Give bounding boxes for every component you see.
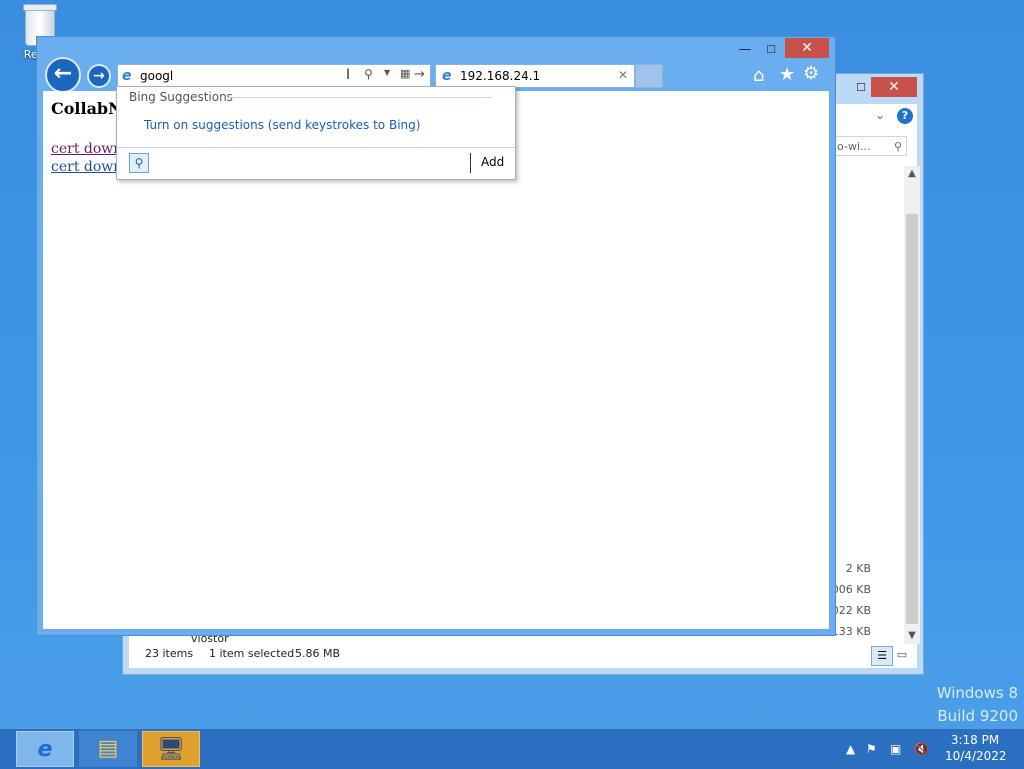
divider xyxy=(117,147,515,148)
gear-icon[interactable]: ⚙ xyxy=(803,63,819,84)
minimize-button[interactable]: — xyxy=(733,41,757,59)
clock-date: 10/4/2022 xyxy=(945,749,1007,763)
tab-favicon-icon: e xyxy=(442,68,452,84)
compatibility-view-icon[interactable]: ▦ xyxy=(400,67,410,80)
explorer-close-button[interactable]: ✕ xyxy=(871,77,917,97)
help-icon[interactable]: ? xyxy=(897,108,913,124)
search-icon: ⚲ xyxy=(893,140,902,153)
suggestions-header: Bing Suggestions xyxy=(129,90,233,104)
close-button[interactable]: ✕ xyxy=(785,38,829,58)
new-tab-button[interactable] xyxy=(635,64,663,88)
divider xyxy=(227,97,493,98)
scrollbar-thumb[interactable] xyxy=(906,214,918,624)
cert-download-link[interactable]: cert down xyxy=(51,159,122,175)
address-input[interactable]: googl xyxy=(140,69,173,83)
windows-build-watermark: Build 9200 xyxy=(937,707,1018,725)
explorer-status-bar: 23 items 1 item selected 5.86 MB xyxy=(129,642,917,666)
explorer-scrollbar[interactable]: ▲ ▼ xyxy=(904,166,920,644)
home-icon[interactable]: ⌂ xyxy=(753,65,764,86)
taskbar-clock[interactable]: 3:18 PM 10/4/2022 xyxy=(945,732,1007,764)
chevron-down-icon[interactable]: ⌄ xyxy=(875,108,885,122)
search-provider-icon[interactable]: ⚲ xyxy=(129,153,149,173)
back-arrow-icon: ← xyxy=(53,61,73,86)
forward-button[interactable]: → xyxy=(87,64,111,88)
network-icon[interactable]: ▣ xyxy=(890,729,901,769)
page-heading: CollabN xyxy=(51,99,123,118)
taskbar-internet-explorer-button[interactable]: e xyxy=(16,731,74,767)
item-count: 23 items xyxy=(145,647,194,660)
selection-size: 5.86 MB xyxy=(295,647,341,660)
divider xyxy=(470,153,471,173)
windows-version-watermark: Windows 8 xyxy=(936,684,1018,702)
volume-muted-icon[interactable]: 🔇 xyxy=(914,729,929,769)
turn-on-suggestions-link[interactable]: Turn on suggestions (send keystrokes to … xyxy=(144,118,420,132)
taskbar-file-explorer-button[interactable]: ▤ xyxy=(79,731,137,767)
internet-explorer-icon: e xyxy=(37,737,53,762)
explorer-search-input[interactable]: io-wi... ⚲ xyxy=(829,136,907,156)
cert-download-link[interactable]: cert down xyxy=(51,141,122,157)
ie-page-icon: e xyxy=(122,68,132,84)
address-suggestions-dropdown: Bing Suggestions Turn on suggestions (se… xyxy=(116,86,516,180)
search-icon[interactable]: ⚲ xyxy=(364,67,373,81)
computer-icon: 🖥 xyxy=(157,737,185,762)
browser-tab[interactable]: e 192.168.24.1 ✕ xyxy=(435,64,635,88)
show-hidden-icons-icon[interactable]: ▲ xyxy=(846,729,855,769)
large-icons-view-icon[interactable]: ▭ xyxy=(893,646,911,664)
forward-arrow-icon: → xyxy=(93,68,105,84)
add-search-provider-button[interactable]: Add xyxy=(481,155,504,169)
scroll-up-arrow-icon[interactable]: ▲ xyxy=(904,166,920,182)
text-cursor-icon: I xyxy=(346,67,351,83)
back-button[interactable]: ← xyxy=(45,57,81,93)
action-center-flag-icon[interactable]: ⚑ xyxy=(866,729,877,769)
taskbar: e ▤ 🖥 ▲ ⚑ ▣ 🔇 xyxy=(0,728,1024,769)
taskbar-app-button[interactable]: 🖥 xyxy=(142,731,200,767)
go-arrow-icon[interactable]: → xyxy=(414,67,425,82)
explorer-search-text: io-wi... xyxy=(834,140,871,153)
tab-close-icon[interactable]: ✕ xyxy=(618,68,628,82)
favorites-star-icon[interactable]: ★ xyxy=(779,64,795,85)
maximize-button[interactable]: ☐ xyxy=(759,41,783,59)
address-bar[interactable]: e googl I ⚲ ▼ ▦ → xyxy=(117,64,431,88)
folder-icon: ▤ xyxy=(97,736,119,761)
clock-time: 3:18 PM xyxy=(950,733,1000,747)
dropdown-arrow-icon[interactable]: ▼ xyxy=(384,68,390,77)
tab-title: 192.168.24.1 xyxy=(460,69,541,83)
selection-count: 1 item selected xyxy=(209,647,295,660)
details-view-icon[interactable]: ☰ xyxy=(871,646,893,666)
